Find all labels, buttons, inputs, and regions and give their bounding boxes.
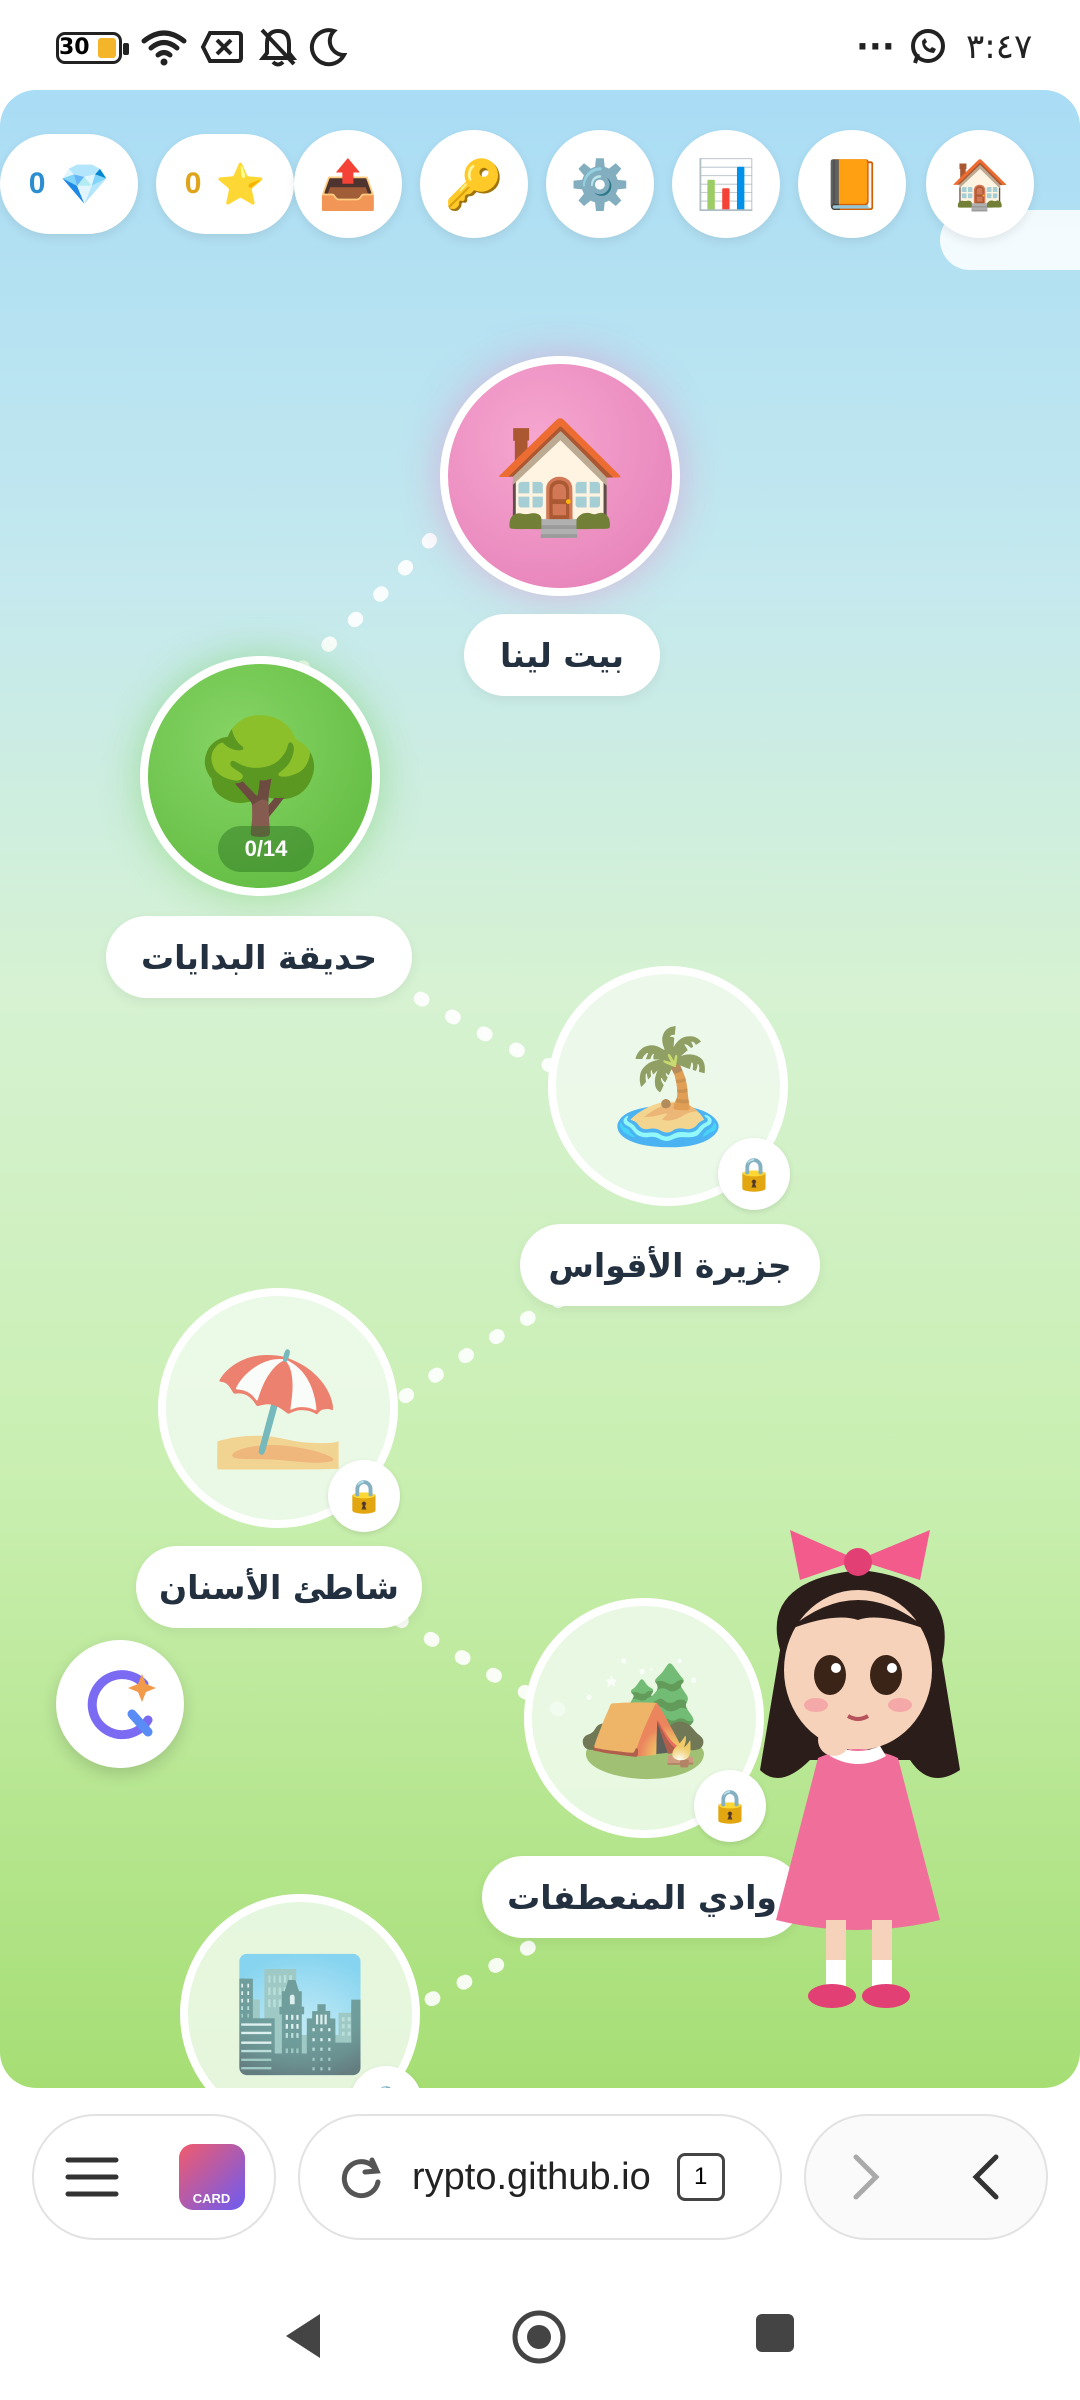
star-icon: ⭐ xyxy=(215,161,266,208)
nav-home-icon[interactable] xyxy=(510,2308,568,2366)
level-label[interactable]: شاطئ الأسنان xyxy=(136,1546,422,1628)
level-progress: 0/14 xyxy=(218,826,314,872)
tab-count[interactable]: 1 xyxy=(676,2153,725,2201)
palm-island-icon: 🏝️ xyxy=(599,1021,737,1150)
camping-tent-icon: 🏕️ xyxy=(575,1653,713,1782)
browser-toolbar: CARD rypto.github.io 1 xyxy=(0,2090,1080,2260)
back-icon[interactable] xyxy=(966,2151,1006,2203)
lock-icon: 🔒 xyxy=(718,1138,790,1210)
no-sim-icon xyxy=(200,24,244,70)
level-map: 0 💎 0 ⭐ 📤 🔑 ⚙️ 📊 📙 🏠 🏠 بيت لينا 🌳 0/14 ح… xyxy=(0,90,1080,2088)
upload-tray-button[interactable]: 📤 xyxy=(294,130,402,238)
more-dots: ··· xyxy=(856,27,895,67)
girl-character xyxy=(760,1530,960,2008)
book-button[interactable]: 📙 xyxy=(798,130,906,238)
gems-count: 0 xyxy=(28,167,46,200)
gear-icon: ⚙️ xyxy=(570,156,630,213)
stats-button[interactable]: 📊 xyxy=(672,130,780,238)
nav-back-icon[interactable] xyxy=(280,2310,324,2362)
status-bar: 30 ··· ٣:٤٧ xyxy=(0,0,1080,92)
reload-icon[interactable] xyxy=(336,2152,386,2202)
level-label[interactable]: جزيرة الأقواس xyxy=(520,1224,820,1306)
app-icon[interactable]: CARD xyxy=(178,2144,245,2210)
key-icon: 🔑 xyxy=(444,156,504,213)
wifi-icon xyxy=(140,24,188,70)
battery-indicator: 30 xyxy=(56,32,129,64)
level-node-garden[interactable]: 🌳 0/14 xyxy=(140,656,380,896)
city-icon: 🏙️ xyxy=(231,1949,369,2078)
stars-count: 0 xyxy=(184,167,202,200)
house-icon: 🏠 xyxy=(491,411,629,540)
navigation-pill xyxy=(804,2114,1048,2240)
menu-icon[interactable] xyxy=(64,2154,120,2200)
tree-icon: 🌳 xyxy=(191,711,329,840)
menu-pill: CARD xyxy=(32,2114,276,2240)
upload-tray-icon: 📤 xyxy=(318,156,378,213)
chart-icon: 📊 xyxy=(696,156,756,213)
gem-icon: 💎 xyxy=(59,161,110,208)
key-button[interactable]: 🔑 xyxy=(420,130,528,238)
home-icon: 🏠 xyxy=(950,156,1010,213)
book-icon: 📙 xyxy=(822,156,882,213)
assistant-icon xyxy=(87,1670,156,1740)
level-label[interactable]: بيت لينا xyxy=(464,614,660,696)
nav-recents-icon[interactable] xyxy=(754,2312,796,2354)
settings-button[interactable]: ⚙️ xyxy=(546,130,654,238)
gems-counter[interactable]: 0 💎 xyxy=(0,134,138,234)
assistant-fab[interactable] xyxy=(56,1640,184,1768)
url-text[interactable]: rypto.github.io xyxy=(412,2156,651,2199)
forward-icon[interactable] xyxy=(846,2151,886,2203)
clock: ٣:٤٧ xyxy=(966,27,1033,67)
stars-counter[interactable]: 0 ⭐ xyxy=(156,134,294,234)
whatsapp-icon xyxy=(908,24,948,70)
beach-umbrella-icon: ⛱️ xyxy=(209,1343,347,1472)
system-nav-bar xyxy=(0,2260,1080,2400)
level-label[interactable]: حديقة البدايات xyxy=(106,916,412,998)
muted-bell-icon xyxy=(258,24,298,70)
home-button[interactable]: 🏠 xyxy=(926,130,1034,238)
level-node-home[interactable]: 🏠 xyxy=(440,356,680,596)
moon-icon xyxy=(308,24,348,70)
address-bar[interactable]: rypto.github.io 1 xyxy=(298,2114,782,2240)
lock-icon: 🔒 xyxy=(328,1460,400,1532)
app-badge-text: CARD xyxy=(192,2191,231,2206)
